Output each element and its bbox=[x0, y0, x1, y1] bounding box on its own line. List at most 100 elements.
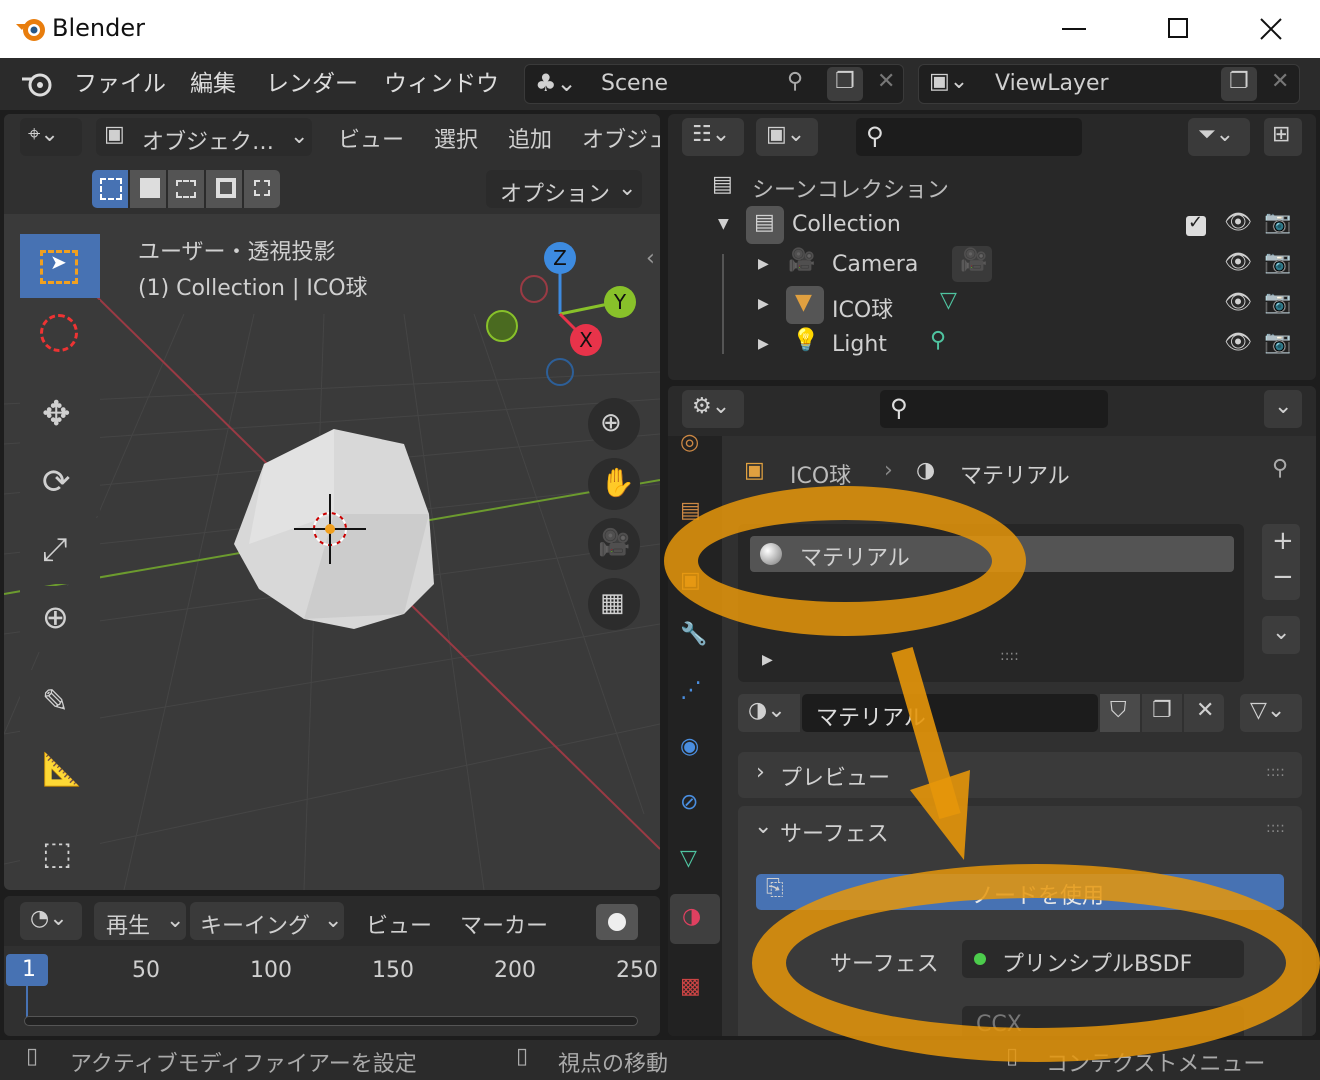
timeline-view-menu[interactable]: ビュー bbox=[366, 908, 432, 940]
tool-select-box[interactable]: ➤ bbox=[20, 234, 100, 298]
unlink-material-button[interactable]: ✕ bbox=[1184, 694, 1224, 732]
timeline-scrollbar[interactable] bbox=[24, 1016, 638, 1026]
resize-handle-icon[interactable]: :::: bbox=[1000, 648, 1019, 664]
outliner-item-ico-sphere[interactable]: ICO球 bbox=[832, 292, 893, 324]
menu-render[interactable]: レンダー bbox=[266, 58, 358, 110]
navigation-gizmo[interactable]: Z Y X bbox=[474, 234, 654, 394]
pin-scene-icon[interactable]: ⚲ bbox=[787, 69, 803, 94]
timeline-editor-type[interactable]: ◔⌄ bbox=[20, 902, 82, 940]
maximize-button[interactable] bbox=[1168, 18, 1188, 38]
expand-toggle[interactable]: ▶ bbox=[758, 256, 769, 272]
zoom-button[interactable]: ⊕ bbox=[588, 398, 640, 450]
select-invert-button[interactable] bbox=[206, 170, 242, 208]
visibility-eye-icon[interactable]: 👁 bbox=[1224, 290, 1252, 315]
filter-button[interactable]: ⏷⌄ bbox=[1188, 118, 1250, 156]
tab-modifiers-icon[interactable]: 🔧 bbox=[680, 622, 707, 647]
add-slot-button[interactable]: + bbox=[1272, 526, 1294, 556]
blender-menu-icon[interactable] bbox=[20, 70, 54, 98]
properties-search-input[interactable]: ⚲ bbox=[880, 390, 1108, 428]
outliner-editor-type[interactable]: ☷⌄ bbox=[682, 118, 744, 156]
expand-collection-toggle[interactable]: ▼ bbox=[718, 216, 729, 232]
select-subtract-button[interactable] bbox=[168, 170, 204, 208]
tool-add-cube[interactable]: ⬚ bbox=[20, 822, 100, 888]
delete-viewlayer-icon[interactable]: ✕ bbox=[1271, 69, 1289, 94]
expand-toggle[interactable]: ▶ bbox=[758, 336, 769, 352]
visibility-eye-icon[interactable]: 👁 bbox=[1224, 250, 1252, 275]
select-intersect-button[interactable] bbox=[244, 170, 280, 208]
tool-transform[interactable]: ⊕ bbox=[20, 586, 100, 652]
tool-cursor[interactable] bbox=[20, 300, 100, 364]
mesh-data-icon[interactable]: ▽ bbox=[940, 288, 957, 313]
light-data-icon[interactable]: ⚲ bbox=[930, 328, 946, 353]
panel-preview[interactable]: › プレビュー :::: bbox=[738, 752, 1302, 798]
tab-constraints-icon[interactable]: ⊘ bbox=[680, 790, 698, 815]
render-camera-icon[interactable]: 📷 bbox=[1264, 330, 1291, 355]
tab-particles-icon[interactable]: ⋰ bbox=[680, 678, 702, 703]
menu-window[interactable]: ウィンドウ bbox=[384, 58, 499, 110]
new-viewlayer-button[interactable]: ❐ bbox=[1221, 67, 1257, 101]
scene-icon[interactable]: ♣⌄ bbox=[535, 69, 577, 97]
menu-file[interactable]: ファイル bbox=[74, 58, 166, 110]
drag-handle-icon[interactable]: :::: bbox=[1266, 820, 1285, 836]
render-camera-icon[interactable]: 📷 bbox=[1264, 210, 1291, 235]
duplicate-material-button[interactable]: ❐ bbox=[1142, 694, 1182, 732]
render-camera-icon[interactable]: 📷 bbox=[1264, 290, 1291, 315]
select-extend-button[interactable] bbox=[130, 170, 166, 208]
collapse-arrow-icon[interactable]: ‹ bbox=[646, 246, 655, 271]
fake-user-button[interactable]: ⛉ bbox=[1100, 694, 1140, 732]
perspective-toggle-button[interactable]: ▦ bbox=[588, 578, 640, 630]
tool-measure[interactable]: 📐 bbox=[20, 738, 100, 804]
drag-handle-icon[interactable]: :::: bbox=[1266, 764, 1285, 780]
outliner-item-light[interactable]: Light bbox=[832, 332, 887, 357]
current-frame-indicator[interactable]: 1 bbox=[6, 954, 48, 986]
browse-material-button[interactable]: ◑⌄ bbox=[738, 694, 800, 732]
remove-slot-button[interactable]: − bbox=[1272, 562, 1294, 592]
select-new-button[interactable] bbox=[92, 170, 128, 208]
expand-toggle[interactable]: ▶ bbox=[762, 652, 773, 668]
viewport-menu-select[interactable]: 選択 bbox=[434, 122, 478, 154]
link-mode-button[interactable]: ▽⌄ bbox=[1240, 694, 1302, 732]
expand-toggle[interactable]: ▶ bbox=[758, 296, 769, 312]
delete-scene-icon[interactable]: ✕ bbox=[877, 69, 895, 94]
tab-render-icon[interactable]: ◎ bbox=[680, 430, 699, 455]
playback-menu[interactable]: 再生 ⌄ bbox=[94, 902, 186, 940]
timeline-marker-menu[interactable]: マーカー bbox=[460, 908, 548, 940]
display-mode-button[interactable]: ▣⌄ bbox=[756, 118, 818, 156]
camera-view-button[interactable]: 🎥 bbox=[588, 518, 640, 570]
breadcrumb-material[interactable]: マテリアル bbox=[960, 458, 1070, 490]
mode-selector[interactable]: ▣ オブジェク… ⌄ bbox=[96, 118, 312, 156]
collection-checkbox[interactable]: ✓ bbox=[1186, 212, 1206, 236]
slot-specials-button[interactable]: ⌄ bbox=[1262, 616, 1300, 654]
scene-name[interactable]: Scene bbox=[601, 71, 668, 96]
viewport-menu-add[interactable]: 追加 bbox=[508, 122, 552, 154]
tab-material[interactable]: ◑ bbox=[670, 894, 720, 944]
visibility-eye-icon[interactable]: 👁 bbox=[1224, 330, 1252, 355]
viewport-menu-view[interactable]: ビュー bbox=[338, 122, 404, 154]
outliner-item-camera[interactable]: Camera bbox=[832, 252, 918, 277]
keying-menu[interactable]: キーイング ⌄ bbox=[190, 902, 344, 940]
viewlayer-name[interactable]: ViewLayer bbox=[995, 71, 1109, 96]
tool-scale[interactable]: ⤢ bbox=[20, 518, 100, 584]
tab-data-icon[interactable]: ▽ bbox=[680, 846, 697, 871]
pan-button[interactable]: ✋ bbox=[588, 458, 640, 510]
editor-type-button[interactable]: ⌖⌄ bbox=[20, 118, 82, 156]
visibility-eye-icon[interactable]: 👁 bbox=[1224, 210, 1252, 235]
tool-annotate[interactable]: ✎ bbox=[20, 670, 100, 736]
tool-rotate[interactable]: ⟳ bbox=[20, 450, 100, 516]
properties-options-button[interactable]: ⌄ bbox=[1264, 390, 1302, 428]
options-dropdown[interactable]: オプション ⌄ bbox=[486, 170, 642, 208]
viewport-menu-object[interactable]: オブジェ bbox=[582, 122, 660, 154]
record-button[interactable] bbox=[596, 904, 638, 940]
outliner-item-collection[interactable]: Collection bbox=[792, 212, 901, 237]
new-collection-button[interactable]: ⊞ bbox=[1264, 118, 1302, 156]
viewport-3d[interactable]: ⌖⌄ ▣ オブジェク… ⌄ ビュー 選択 追加 オブジェ オプション ⌄ ユーザ… bbox=[4, 114, 660, 890]
panel-surface-label[interactable]: サーフェス bbox=[780, 816, 889, 848]
new-scene-button[interactable]: ❐ bbox=[827, 67, 863, 101]
viewlayer-icon[interactable]: ▣⌄ bbox=[929, 69, 968, 94]
outliner-search-input[interactable]: ⚲ bbox=[856, 118, 1082, 156]
tab-texture-icon[interactable]: ▩ bbox=[680, 974, 701, 999]
chevron-down-icon[interactable]: ⌄ bbox=[754, 814, 772, 839]
minimize-button[interactable] bbox=[1062, 28, 1086, 30]
tool-move[interactable]: ✥ bbox=[20, 382, 100, 448]
scene-collection-label[interactable]: シーンコレクション bbox=[752, 172, 949, 204]
